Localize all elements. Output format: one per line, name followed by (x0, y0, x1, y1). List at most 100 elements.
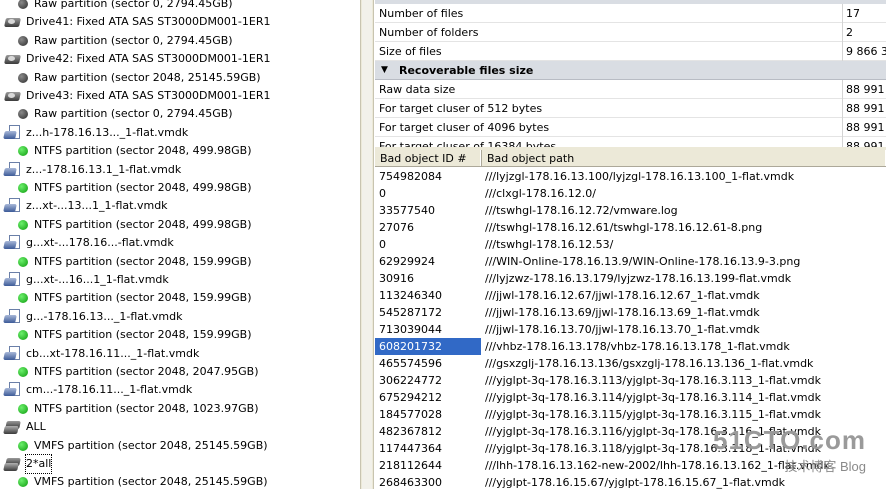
table-row[interactable]: 465574596 ///gsxzglj-178.16.13.136/gsxzgl… (375, 355, 886, 372)
table-row[interactable]: 27076 ///tswhgl-178.16.12.61/tswhgl-178.1… (375, 219, 886, 236)
bad-object-path: ///tswhgl-178.16.12.61/tswhgl-178.16.12.… (485, 221, 763, 234)
bad-object-path: ///lyjzgl-178.16.13.100/lyjzgl-178.16.13… (485, 170, 795, 183)
watermark: 51CTO.com 技术博客 Blog (713, 425, 866, 475)
bad-object-path: ///lyjzwz-178.16.13.179/lyjzwz-178.16.13… (485, 272, 792, 285)
bad-object-id: 113246340 (379, 289, 442, 302)
table-row[interactable]: 30916 ///lyjzwz-178.16.13.179/lyjzwz-178.… (375, 270, 886, 287)
info-value: 88 991 7 (842, 99, 886, 118)
tree-scrollbar[interactable] (362, 0, 372, 489)
table-row[interactable]: 184577028 ///yjglpt-3q-178.16.3.115/yjglp… (375, 406, 886, 423)
tree-drive-item[interactable]: Drive42: Fixed ATA SAS ST3000DM001-1ER1 (4, 50, 271, 68)
virtual-disk-icon (3, 124, 22, 141)
info-row: Size of files 9 866 39 (375, 42, 886, 61)
info-row: For target cluser of 4096 bytes 88 991 7 (375, 118, 886, 137)
bad-object-path: ///yjglpt-178.16.15.67/yjglpt-178.16.15.… (485, 476, 786, 489)
info-value: 88 991 7 (842, 80, 886, 99)
tree-item-label: Raw partition (sector 0, 2794.45GB) (34, 107, 233, 121)
table-row[interactable]: 268463300 ///yjglpt-178.16.15.67/yjglpt-1… (375, 474, 886, 489)
bad-object-id: 675294212 (379, 391, 442, 404)
table-row[interactable]: 608201732 ///vhbz-178.16.13.178/vhbz-178.… (375, 338, 886, 355)
table-row[interactable]: 33577540 ///tswhgl-178.16.12.72/vmware.lo… (375, 202, 886, 219)
tree-drive-item[interactable]: z...h-178.16.13..._1-flat.vmdk (3, 124, 189, 142)
watermark-line1: 51CTO.com (712, 425, 866, 455)
bad-object-path: ///tswhgl-178.16.12.72/vmware.log (485, 204, 678, 217)
tree-item-label: Raw partition (sector 0, 2794.45GB) (34, 33, 233, 47)
tree-item-label: z...-178.16.13.1_1-flat.vmdk (26, 162, 182, 176)
tree-partition-item[interactable]: NTFS partition (sector 2048, 159.99GB) (18, 253, 251, 271)
table-row[interactable]: 0 ///clxgl-178.16.12.0/ (375, 185, 886, 202)
info-row: Raw data size 88 991 7 (375, 80, 886, 99)
virtual-disk-icon (3, 161, 22, 178)
collapse-triangle-icon[interactable]: ▼ (381, 61, 388, 80)
raid-set-icon (3, 419, 22, 435)
table-row[interactable]: 0 ///tswhgl-178.16.12.53/ (375, 236, 886, 253)
green-partition-icon (18, 146, 28, 157)
bad-object-id: 608201732 (375, 338, 481, 355)
info-row: For target cluser of 512 bytes 88 991 7 (375, 99, 886, 118)
tree-drive-item[interactable]: z...xt-...13...1_1-flat.vmdk (3, 197, 168, 215)
tree-item-label: g...xt-...16...1_1-flat.vmdk (26, 273, 169, 286)
tree-drive-item[interactable]: z...-178.16.13.1_1-flat.vmdk (3, 161, 182, 179)
bad-object-path: ///gsxzglj-178.16.13.136/gsxzglj-178.16.… (485, 357, 814, 370)
tree-partition-item[interactable]: Raw partition (sector 0, 2794.45GB) (18, 0, 233, 13)
tree-partition-item[interactable]: Raw partition (sector 2048, 25145.59GB) (18, 69, 261, 87)
tree-partition-item[interactable]: NTFS partition (sector 2048, 2047.95GB) (18, 363, 258, 381)
green-partition-icon (18, 367, 28, 377)
tree-partition-item[interactable]: NTFS partition (sector 2048, 159.99GB) (18, 289, 251, 307)
tree-item-label: g...xt-...178.16...-flat.vmdk (26, 236, 174, 250)
tree-partition-item[interactable]: NTFS partition (sector 2048, 499.98GB) (18, 142, 251, 160)
tree-partition-item[interactable]: Raw partition (sector 0, 2794.45GB) (18, 105, 233, 123)
tree-item-label: NTFS partition (sector 2048, 499.98GB) (34, 144, 252, 158)
col-header-id[interactable]: Bad object ID # (375, 150, 481, 166)
tree-drive-item[interactable]: g...xt-...16...1_1-flat.vmdk (3, 271, 169, 289)
tree-drive-item[interactable]: cm...-178.16.11..._1-flat.vmdk (3, 381, 192, 399)
tree-drive-item[interactable]: 2*all (3, 454, 53, 474)
tree-partition-item[interactable]: NTFS partition (sector 2048, 159.99GB) (18, 326, 251, 344)
tree-item-label: NTFS partition (sector 2048, 499.98GB) (34, 217, 252, 231)
tree-partition-item[interactable]: Raw partition (sector 0, 2794.45GB) (18, 32, 233, 50)
tree-drive-item[interactable]: Drive43: Fixed ATA SAS ST3000DM001-1ER1 (4, 87, 271, 105)
tree-partition-item[interactable]: NTFS partition (sector 2048, 499.98GB) (18, 179, 251, 197)
tree-drive-item[interactable]: g...-178.16.13..._1-flat.vmdk (3, 308, 183, 326)
table-row[interactable]: 113246340 ///jjwl-178.16.12.67/jjwl-178.1… (375, 287, 886, 304)
raid-set-icon (3, 456, 22, 472)
virtual-disk-icon (3, 382, 22, 398)
bad-object-path: ///yjglpt-3q-178.16.3.115/yjglpt-3q-178.… (485, 408, 821, 421)
partition-tree[interactable]: Raw partition (sector 0, 2794.45GB) Drive… (0, 0, 360, 489)
tree-item-label: Raw partition (sector 2048, 25145.59GB) (34, 70, 261, 84)
recoverable-size-group-header[interactable]: ▼ Recoverable files size (375, 61, 886, 80)
table-row[interactable]: 713039044 ///jjwl-178.16.13.70/jjwl-178.1… (375, 321, 886, 338)
info-value: 9 866 39 (842, 42, 886, 61)
info-row: Number of folders 2 (375, 23, 886, 42)
tree-partition-item[interactable]: NTFS partition (sector 2048, 499.98GB) (18, 216, 251, 234)
col-header-path[interactable]: Bad object path (482, 150, 886, 166)
table-row[interactable]: 306224772 ///yjglpt-3q-178.16.3.113/yjglp… (375, 372, 886, 389)
gray-partition-icon (18, 109, 28, 120)
tree-item-label: NTFS partition (sector 2048, 1023.97GB) (34, 401, 259, 415)
info-value: 88 991 7 (842, 118, 886, 137)
hard-drive-icon (4, 89, 22, 103)
tree-drive-item[interactable]: g...xt-...178.16...-flat.vmdk (3, 234, 174, 252)
tree-item-label: NTFS partition (sector 2048, 2047.95GB) (34, 365, 259, 378)
info-key: Number of folders (379, 26, 479, 39)
tree-item-label: g...-178.16.13..._1-flat.vmdk (26, 309, 183, 323)
green-partition-icon (18, 477, 28, 488)
table-row[interactable]: 675294212 ///yjglpt-3q-178.16.3.114/yjglp… (375, 389, 886, 406)
tree-partition-item[interactable]: VMFS partition (sector 2048, 25145.59GB) (18, 437, 268, 455)
tree-drive-item[interactable]: cb...xt-178.16.11..._1-flat.vmdk (3, 345, 199, 363)
table-row[interactable]: 545287172 ///jjwl-178.16.13.69/jjwl-178.1… (375, 304, 886, 321)
bad-object-id: 306224772 (379, 374, 442, 387)
bad-object-path: ///tswhgl-178.16.12.53/ (485, 238, 614, 251)
tree-partition-item[interactable]: VMFS partition (sector 2048, 25145.59GB) (18, 473, 268, 489)
tree-item-label: Drive41: Fixed ATA SAS ST3000DM001-1ER1 (26, 15, 271, 29)
tree-item-label: z...h-178.16.13..._1-flat.vmdk (26, 125, 189, 139)
bad-object-id: 268463300 (379, 476, 442, 489)
tree-item-label: VMFS partition (sector 2048, 25145.59GB) (34, 438, 268, 452)
tree-drive-item[interactable]: Drive41: Fixed ATA SAS ST3000DM001-1ER1 (4, 13, 271, 31)
bad-object-id: 27076 (379, 221, 414, 234)
tree-item-label: Drive43: Fixed ATA SAS ST3000DM001-1ER1 (26, 89, 271, 102)
table-row[interactable]: 62929924 ///WIN-Online-178.16.13.9/WIN-On… (375, 253, 886, 270)
table-row[interactable]: 754982084 ///lyjzgl-178.16.13.100/lyjzgl-… (375, 168, 886, 185)
tree-partition-item[interactable]: NTFS partition (sector 2048, 1023.97GB) (18, 400, 258, 418)
tree-drive-item[interactable]: ALL (3, 418, 46, 436)
